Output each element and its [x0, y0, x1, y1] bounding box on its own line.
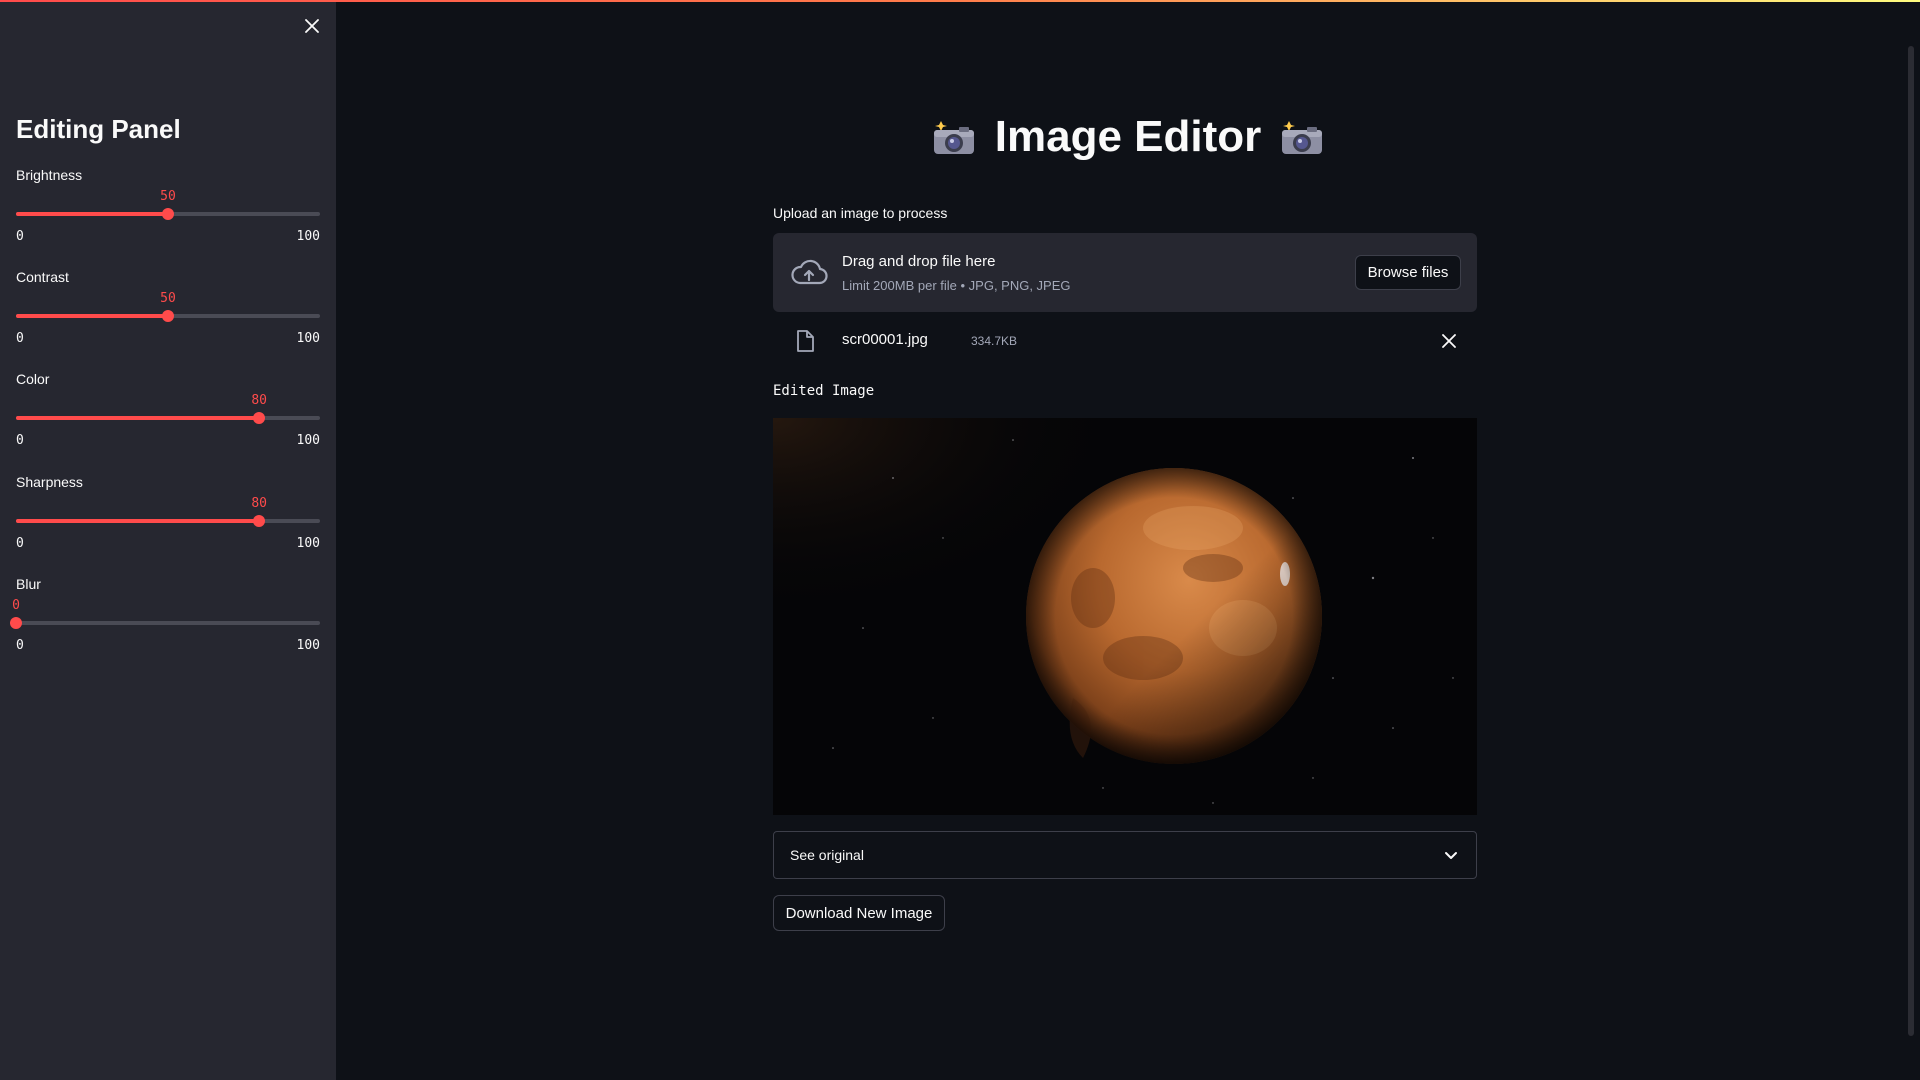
page-title-text: Image Editor: [994, 112, 1262, 161]
browse-files-button[interactable]: Browse files: [1355, 255, 1461, 290]
slider-label: Blur: [16, 576, 41, 592]
file-dropzone[interactable]: Drag and drop file here Limit 200MB per …: [773, 233, 1477, 312]
slider-track[interactable]: [16, 208, 320, 220]
camera-with-flash-icon: [933, 121, 974, 154]
slider-thumb[interactable]: [253, 412, 266, 424]
slider-value: 80: [251, 496, 268, 511]
expander-label: See original: [790, 847, 864, 863]
sidebar-close-button[interactable]: [300, 14, 324, 38]
dropzone-limit-text: Limit 200MB per file • JPG, PNG, JPEG: [842, 278, 1071, 293]
sidebar-title: Editing Panel: [16, 114, 181, 144]
slider-label: Color: [16, 371, 50, 387]
slider-value: 50: [160, 189, 176, 204]
slider-label: Contrast: [16, 269, 69, 285]
slider-track[interactable]: [16, 515, 320, 527]
file-name: scr00001.jpg: [842, 331, 928, 348]
slider-min: 0: [16, 331, 24, 346]
slider-label: Sharpness: [16, 474, 83, 490]
sidebar: Editing Panel Brightness 50 0 100 Contra…: [0, 0, 336, 1080]
slider-value: 50: [160, 291, 176, 306]
mars-planet-image: [773, 418, 1477, 815]
cloud-upload-icon: [791, 259, 828, 285]
slider-fill: [16, 212, 168, 216]
slider-value: 0: [12, 598, 20, 613]
edited-image-caption: Edited Image: [773, 383, 875, 399]
file-size: 334.7KB: [971, 334, 1018, 348]
edited-image: [773, 418, 1477, 815]
brightness-slider[interactable]: Brightness 50 0 100: [16, 167, 320, 257]
file-icon: [797, 330, 814, 352]
blur-slider[interactable]: Blur 0 0 100: [10, 576, 320, 666]
contrast-slider[interactable]: Contrast 50 0 100: [16, 269, 320, 359]
slider-label: Brightness: [16, 167, 83, 183]
see-original-expander[interactable]: See original: [773, 831, 1477, 879]
main-content: Image Editor Upload an image to process …: [336, 0, 1920, 1080]
slider-max: 100: [296, 536, 320, 551]
top-decoration-bar: [0, 0, 1920, 2]
close-icon: [1442, 334, 1456, 348]
slider-fill: [16, 416, 260, 420]
slider-fill: [16, 519, 260, 523]
color-slider[interactable]: Color 80 0 100: [16, 371, 320, 461]
slider-value: 80: [251, 393, 268, 408]
slider-track[interactable]: [10, 617, 320, 629]
slider-max: 100: [296, 433, 320, 448]
slider-thumb[interactable]: [10, 617, 22, 629]
upload-label: Upload an image to process: [773, 205, 948, 221]
page-title: Image Editor: [336, 112, 1920, 162]
sharpness-slider[interactable]: Sharpness 80 0 100: [16, 474, 320, 564]
slider-min: 0: [16, 433, 24, 448]
slider-min: 0: [16, 536, 24, 551]
close-icon: [305, 19, 319, 33]
download-image-button[interactable]: Download New Image: [773, 895, 945, 931]
slider-min: 0: [16, 229, 24, 244]
slider-max: 100: [296, 638, 320, 653]
uploaded-file-row: scr00001.jpg 334.7KB: [773, 326, 1477, 356]
slider-min: 0: [16, 638, 24, 653]
scrollbar[interactable]: [1908, 46, 1914, 1036]
slider-track[interactable]: [16, 310, 320, 322]
slider-fill: [16, 314, 168, 318]
chevron-down-icon: [1445, 852, 1457, 859]
slider-thumb[interactable]: [162, 310, 174, 322]
slider-track[interactable]: [16, 412, 320, 424]
slider-max: 100: [296, 331, 320, 346]
slider-thumb[interactable]: [162, 208, 174, 220]
dropzone-title: Drag and drop file here: [842, 253, 996, 270]
camera-with-flash-icon: [1282, 121, 1323, 154]
remove-file-button[interactable]: [1437, 329, 1461, 353]
slider-max: 100: [296, 229, 320, 244]
slider-thumb[interactable]: [253, 515, 266, 527]
